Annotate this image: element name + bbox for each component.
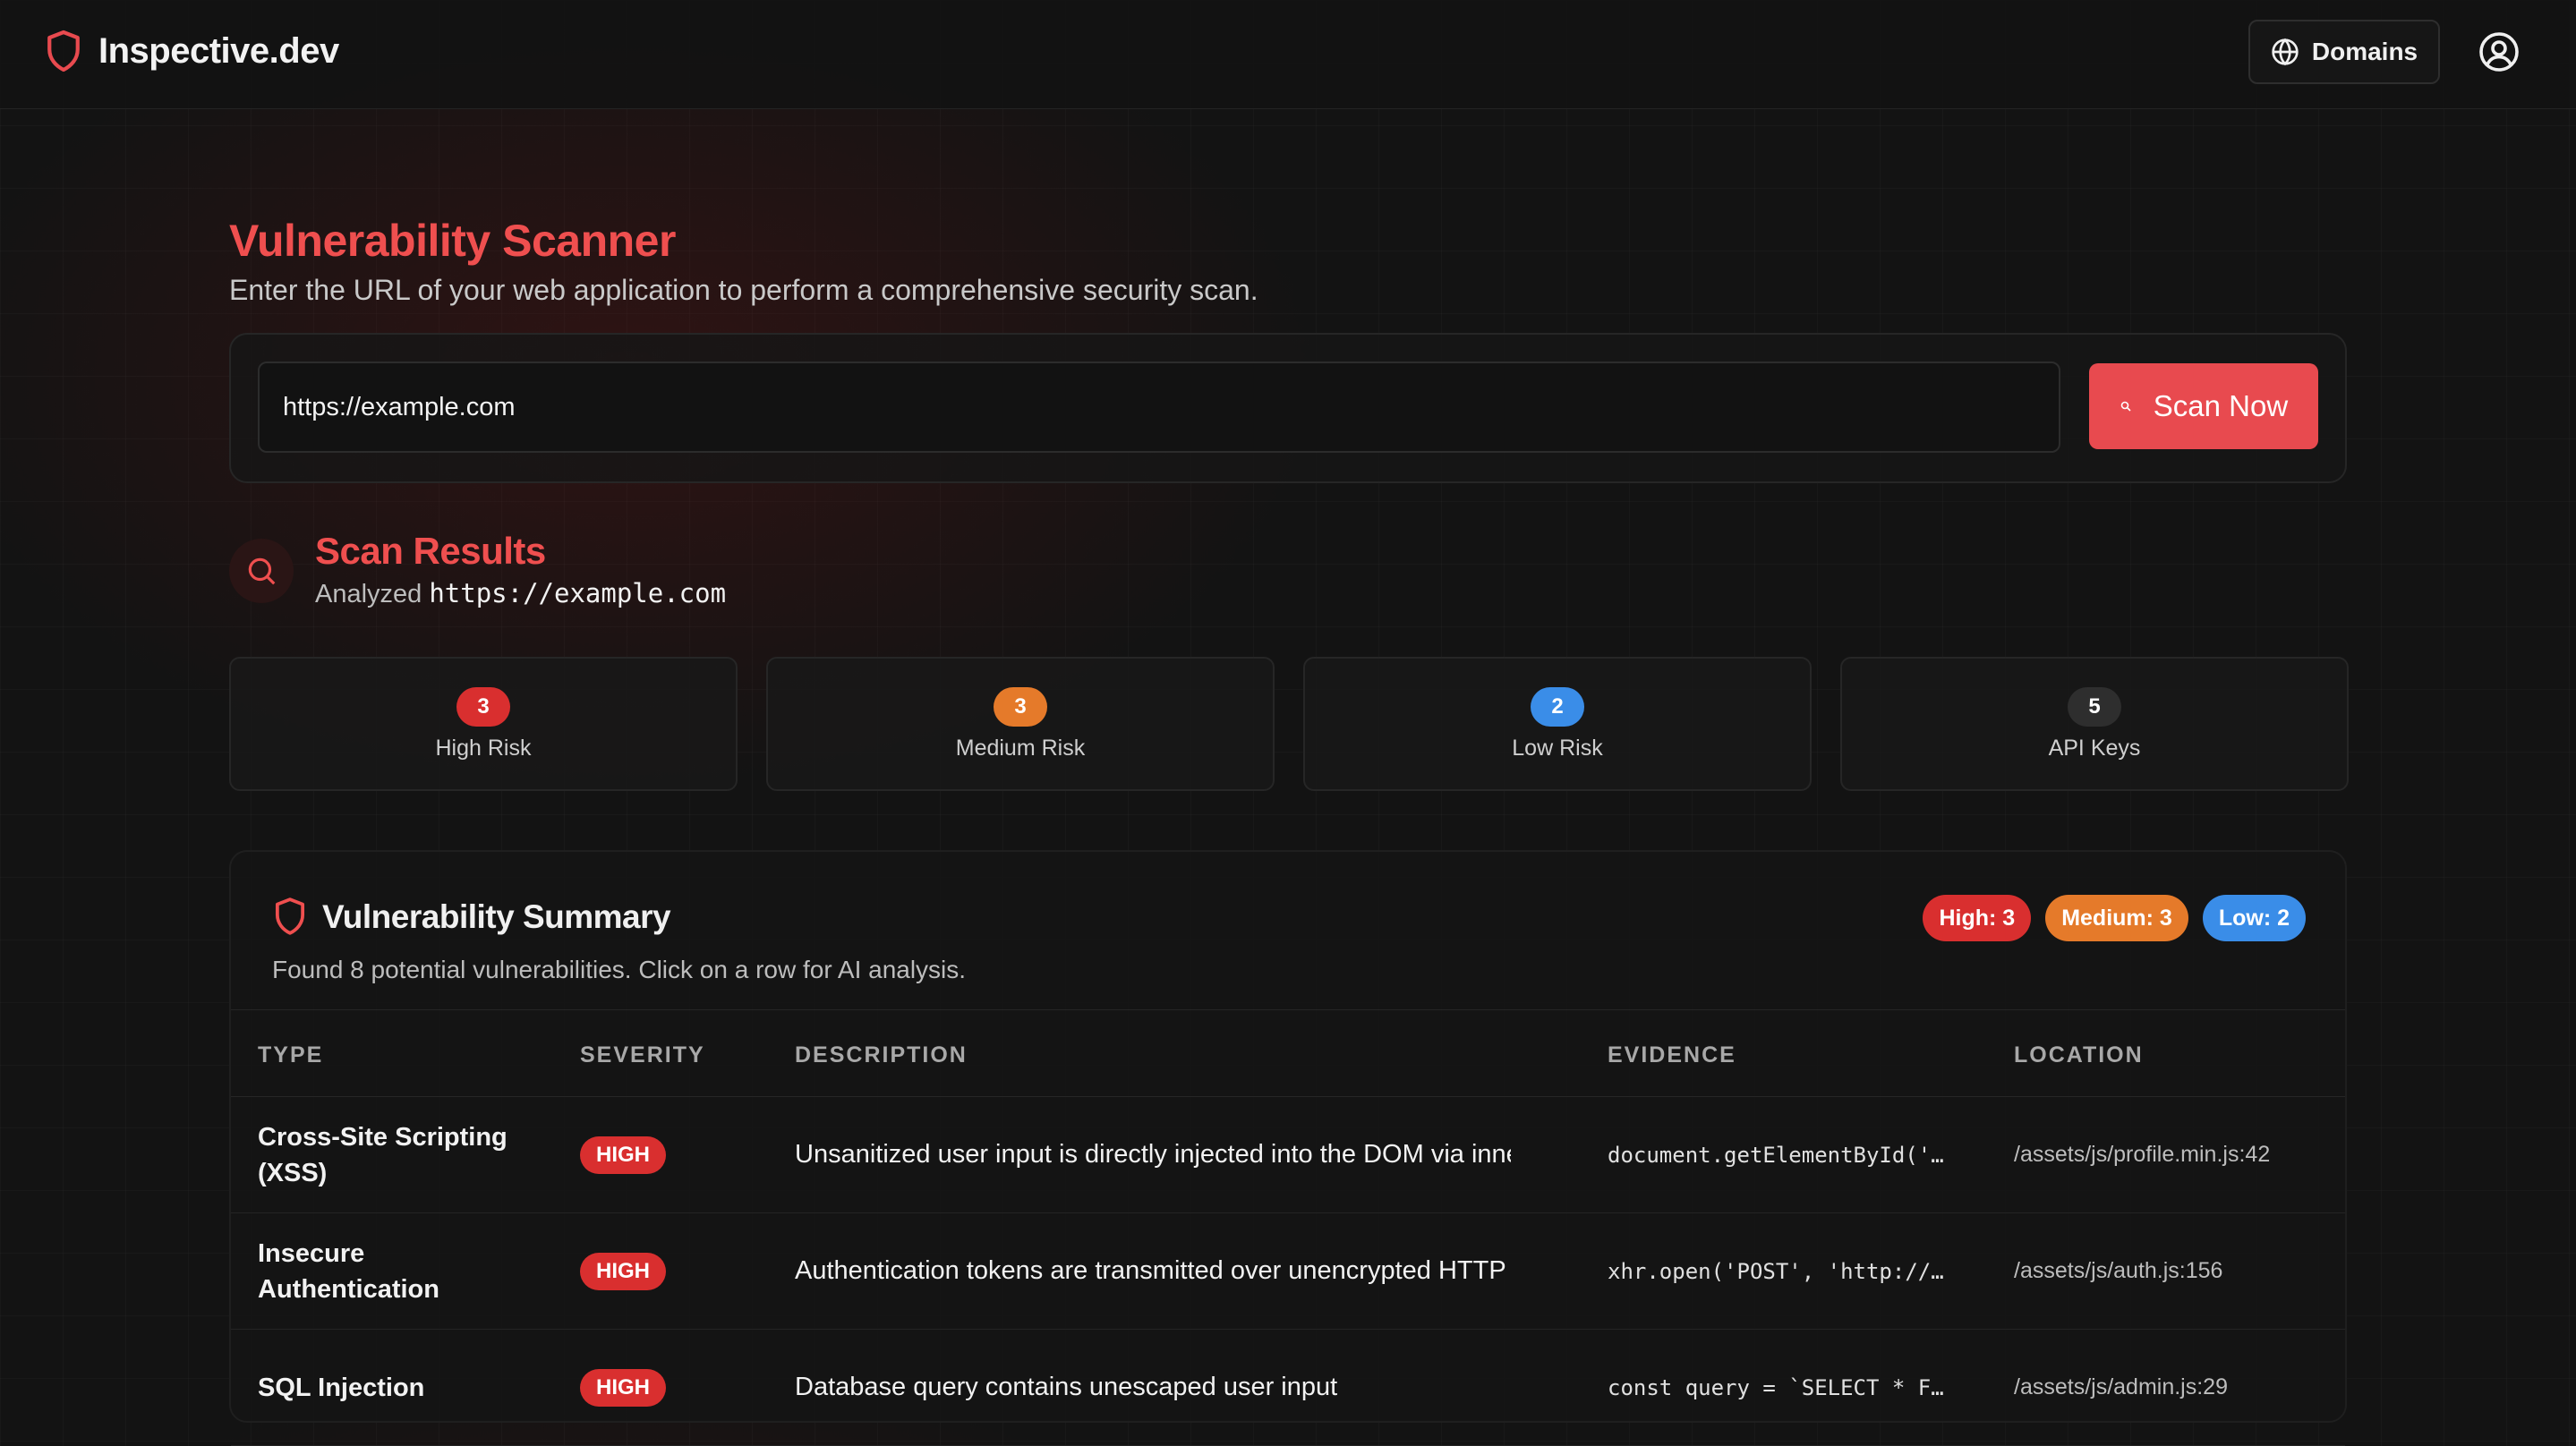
scan-results-title: Scan Results [315, 530, 546, 572]
cell-type: Cross-Site Scripting (XSS) [258, 1122, 508, 1187]
stat-label: High Risk [435, 736, 532, 761]
page-subtitle: Enter the URL of your web application to… [229, 274, 1258, 306]
cell-location: /assets/js/profile.min.js:42 [2014, 1142, 2271, 1167]
top-bar: Inspective.dev Domains [0, 0, 2576, 109]
page-title: Vulnerability Scanner [229, 216, 676, 266]
col-header-type: TYPE [258, 1042, 324, 1067]
scan-now-label: Scan Now [2153, 389, 2289, 422]
table-row[interactable]: Insecure Authentication HIGH Authenticat… [231, 1213, 2345, 1330]
scan-now-button[interactable]: Scan Now [2089, 363, 2318, 449]
stat-count-badge: 3 [994, 687, 1047, 727]
table-row[interactable]: Cross-Site Scripting (XSS) HIGH Unsaniti… [231, 1097, 2345, 1213]
cell-evidence: xhr.open('POST', 'http://… [1608, 1258, 1944, 1284]
domains-label: Domains [2311, 38, 2418, 65]
search-icon [2120, 401, 2131, 412]
stat-count-badge: 2 [1531, 687, 1584, 727]
cell-description: Database query contains unescaped user i… [795, 1373, 1338, 1401]
domains-button[interactable]: Domains [2248, 20, 2440, 84]
severity-badge: HIGH [580, 1369, 666, 1407]
cell-type: Insecure Authentication [258, 1238, 439, 1304]
cell-evidence: document.getElementById('… [1608, 1142, 1944, 1168]
col-header-location: LOCATION [2014, 1042, 2144, 1067]
scan-results-subtitle: Analyzed https://example.com [315, 578, 726, 609]
summary-title: Vulnerability Summary [322, 898, 671, 935]
url-input[interactable] [258, 362, 2060, 453]
severity-pills: High: 3 Medium: 3 Low: 2 [1923, 895, 2306, 941]
table-header: TYPE SEVERITY DESCRIPTION EVIDENCE LOCAT… [231, 1009, 2345, 1097]
vulnerability-table: TYPE SEVERITY DESCRIPTION EVIDENCE LOCAT… [231, 1009, 2345, 1446]
brand-name: Inspective.dev [98, 30, 339, 71]
stat-card-api-keys: 5 API Keys [1840, 657, 2349, 791]
globe-icon [2272, 38, 2299, 66]
pill-medium: Medium: 3 [2045, 895, 2188, 941]
stat-card-low-risk: 2 Low Risk [1303, 657, 1812, 791]
cell-description: Authentication tokens are transmitted ov… [795, 1256, 1511, 1285]
search-icon [248, 557, 276, 585]
stat-count-badge: 5 [2068, 687, 2121, 727]
analyzed-prefix: Analyzed [315, 580, 422, 608]
stat-card-medium-risk: 3 Medium Risk [766, 657, 1275, 791]
stat-card-high-risk: 3 High Risk [229, 657, 738, 791]
col-header-severity: SEVERITY [580, 1042, 705, 1067]
cell-description: Unsanitized user input is directly injec… [795, 1140, 1511, 1169]
shield-icon [47, 30, 80, 72]
severity-badge: HIGH [580, 1253, 666, 1290]
stat-label: Low Risk [1512, 736, 1603, 761]
table-row[interactable]: SQL Injection HIGH Database query contai… [231, 1330, 2345, 1446]
pill-high: High: 3 [1923, 895, 2032, 941]
stat-label: API Keys [2048, 736, 2141, 761]
brand-logo[interactable]: Inspective.dev [45, 29, 339, 73]
cell-type: SQL Injection [258, 1373, 425, 1402]
pill-low: Low: 2 [2202, 895, 2306, 941]
col-header-description: DESCRIPTION [795, 1042, 968, 1067]
user-account-button[interactable] [2478, 30, 2521, 73]
cell-evidence: const query = `SELECT * F… [1608, 1374, 1944, 1400]
stat-count-badge: 3 [456, 687, 510, 727]
cell-location: /assets/js/admin.js:29 [2014, 1374, 2228, 1399]
col-header-evidence: EVIDENCE [1608, 1042, 1736, 1067]
cell-location: /assets/js/auth.js:156 [2014, 1258, 2223, 1283]
shield-icon [275, 897, 305, 935]
summary-subtitle: Found 8 potential vulnerabilities. Click… [272, 956, 967, 983]
user-circle-icon [2479, 32, 2519, 72]
stat-label: Medium Risk [955, 736, 1086, 761]
analyzed-url: https://example.com [429, 578, 727, 608]
severity-badge: HIGH [580, 1136, 666, 1174]
results-search-icon-badge [229, 539, 294, 603]
